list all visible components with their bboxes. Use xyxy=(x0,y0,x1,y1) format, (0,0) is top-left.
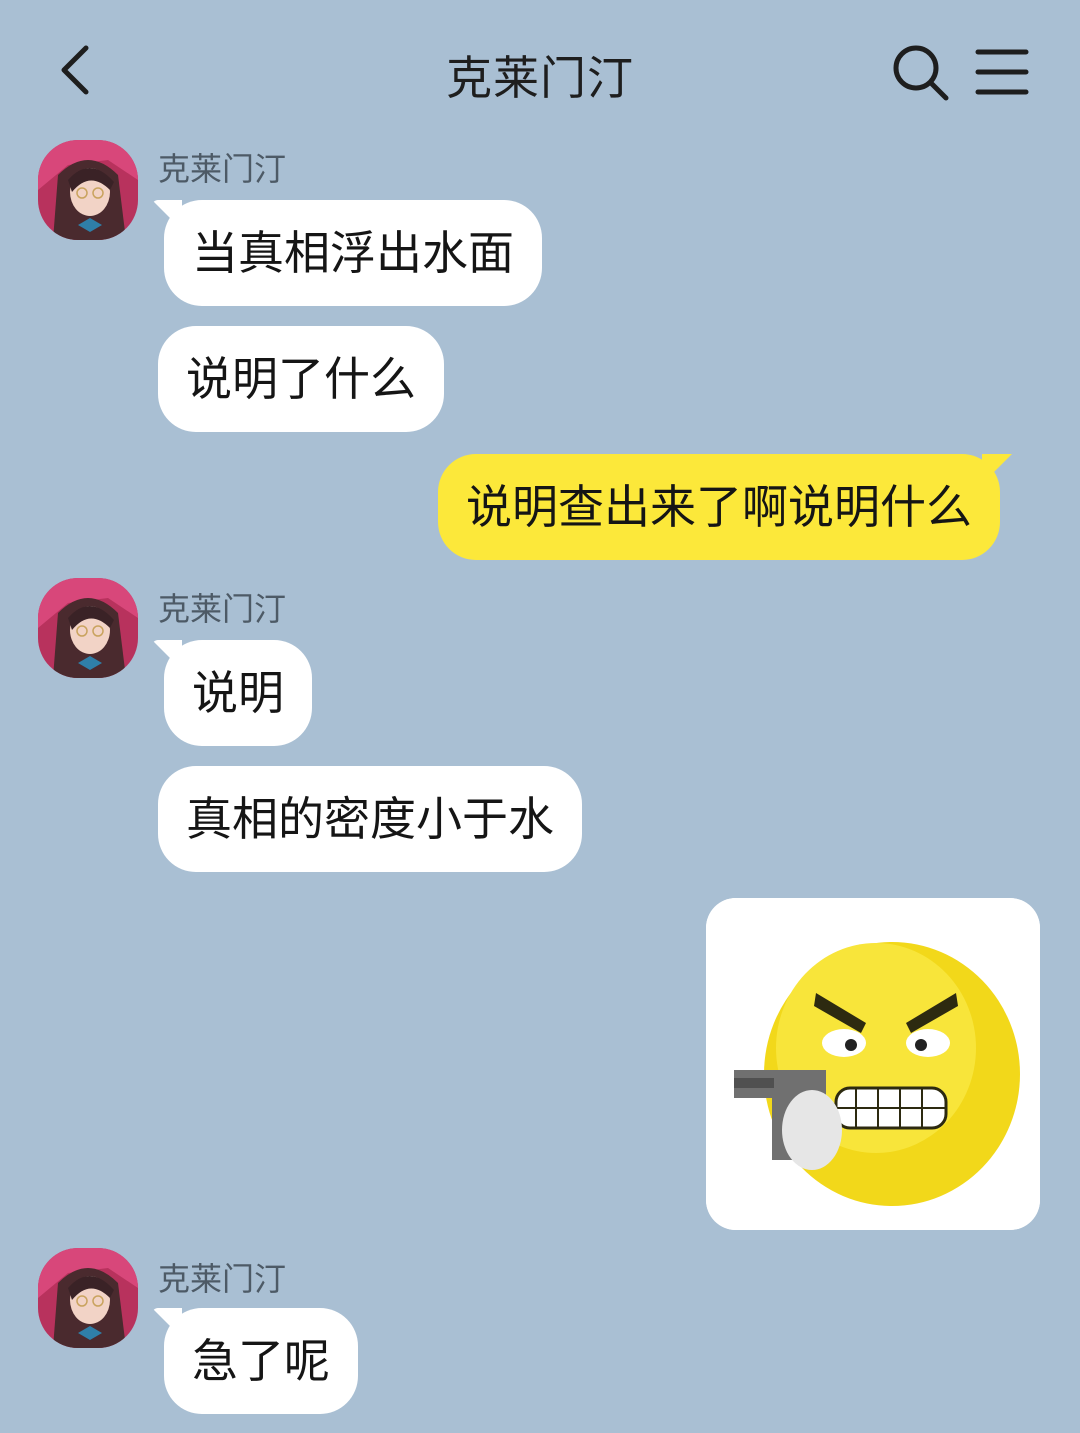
avatar-icon xyxy=(38,140,138,240)
menu-button[interactable] xyxy=(972,44,1032,100)
sticker-message[interactable] xyxy=(706,898,1040,1230)
chat-header: 克莱门汀 xyxy=(0,0,1080,140)
avatar-icon xyxy=(38,1248,138,1348)
avatar[interactable] xyxy=(38,578,138,678)
message-bubble[interactable]: 说明了什么 xyxy=(158,326,444,432)
search-icon xyxy=(893,45,949,101)
message-bubble[interactable]: 真相的密度小于水 xyxy=(158,766,582,872)
search-button[interactable] xyxy=(888,40,952,104)
sender-name: 克莱门汀 xyxy=(158,590,287,628)
sender-name: 克莱门汀 xyxy=(158,150,287,188)
avatar[interactable] xyxy=(38,1248,138,1348)
message-bubble[interactable]: 说明 xyxy=(164,640,312,746)
sender-name: 克莱门汀 xyxy=(158,1260,287,1298)
avatar[interactable] xyxy=(38,140,138,240)
angry-emoji-with-gun-sticker xyxy=(706,898,1040,1230)
message-bubble[interactable]: 急了呢 xyxy=(164,1308,358,1414)
avatar-icon xyxy=(38,578,138,678)
my-message-bubble[interactable]: 说明查出来了啊说明什么 xyxy=(438,454,1000,560)
message-bubble[interactable]: 当真相浮出水面 xyxy=(164,200,542,306)
menu-icon xyxy=(975,49,1029,95)
